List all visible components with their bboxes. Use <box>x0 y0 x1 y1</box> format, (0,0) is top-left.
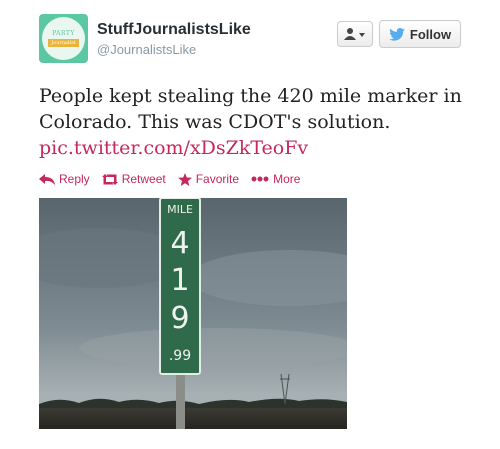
sign-digit: 1 <box>170 263 189 298</box>
mile-marker-photo: MILE 4 1 9 .99 <box>39 198 347 429</box>
display-name[interactable]: StuffJournalistsLike <box>97 21 251 39</box>
reply-icon <box>39 173 55 185</box>
reply-button[interactable]: Reply <box>39 172 90 186</box>
reply-label: Reply <box>59 172 90 186</box>
retweet-icon <box>101 173 118 185</box>
retweet-label: Retweet <box>121 172 166 186</box>
favorite-button[interactable]: Favorite <box>177 172 240 186</box>
tweet-body: People kept stealing the 420 mile marker… <box>39 85 462 133</box>
tweet-actions: Reply Retweet Favorite More <box>39 172 312 186</box>
more-button[interactable]: More <box>251 172 300 186</box>
follow-label: Follow <box>409 26 452 42</box>
sign-digit: 4 <box>170 226 189 261</box>
star-icon <box>177 172 192 186</box>
retweet-button[interactable]: Retweet <box>101 172 166 186</box>
avatar[interactable]: PARTY Journalist <box>39 14 88 63</box>
more-label: More <box>273 172 301 186</box>
sign-decimal: .99 <box>169 348 191 364</box>
twitter-bird-icon <box>389 27 405 41</box>
avatar-party-text: PARTY <box>52 30 75 37</box>
tweet-photo[interactable]: MILE 4 1 9 .99 <box>39 198 347 429</box>
follow-button[interactable]: Follow <box>379 20 461 48</box>
sign-word: MILE <box>167 203 193 216</box>
user-actions-dropdown[interactable] <box>337 21 373 47</box>
avatar-ribbon-text: Journalist <box>48 39 79 47</box>
tweet-text: People kept stealing the 420 mile marker… <box>39 83 479 161</box>
sign-digit: 9 <box>170 301 189 336</box>
user-handle[interactable]: @JournalistsLike <box>97 42 196 57</box>
chevron-down-icon <box>359 33 365 37</box>
person-icon <box>344 28 365 40</box>
favorite-label: Favorite <box>195 172 240 186</box>
tweet-media-link[interactable]: pic.twitter.com/xDsZkTeoFv <box>39 135 479 161</box>
more-dots-icon <box>251 176 269 182</box>
avatar-logo: PARTY Journalist <box>42 17 85 60</box>
